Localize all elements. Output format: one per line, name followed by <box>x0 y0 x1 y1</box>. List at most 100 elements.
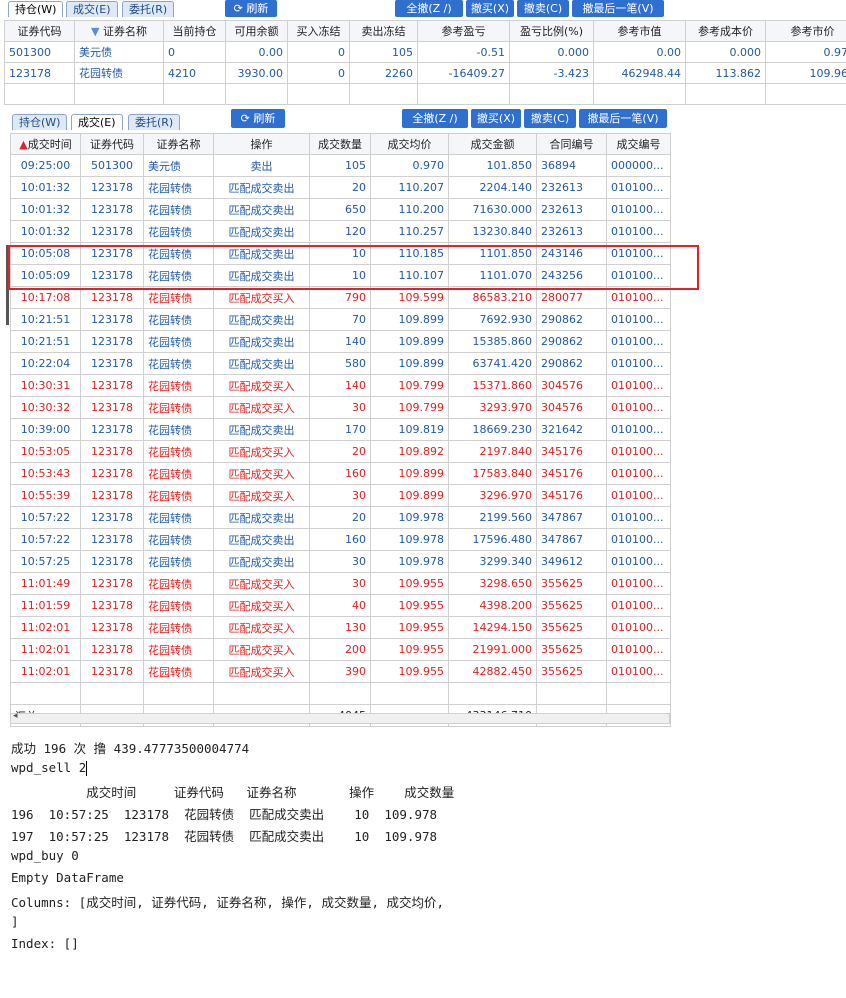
table-row[interactable]: 10:53:05 123178 花园转债 匹配成交买入 20 109.892 2197.84… <box>10 440 671 463</box>
tab-holdings[interactable]: 持仓(W) <box>12 114 68 130</box>
col-header[interactable]: 成交编号 <box>606 133 671 155</box>
cell-op: 匹配成交卖出 <box>213 308 310 331</box>
col-header[interactable]: 当前持仓 <box>163 20 226 42</box>
table-row[interactable]: 10:53:43 123178 花园转债 匹配成交买入 160 109.899 17583.… <box>10 462 671 485</box>
table-row[interactable]: 123178 花园转债 4210 3930.00 0 2260 -16409.2… <box>4 62 846 84</box>
col-header[interactable]: 参考成本价 <box>685 20 766 42</box>
refresh-button[interactable]: ⟳ 刷新 <box>231 109 285 128</box>
col-header[interactable]: 成交数量 <box>309 133 371 155</box>
cancel-buy-button[interactable]: 撤买(X) <box>471 109 521 128</box>
col-header[interactable]: 证券名称 <box>143 133 214 155</box>
col-header[interactable]: 合同编号 <box>536 133 607 155</box>
table-row[interactable]: 10:21:51 123178 花园转债 匹配成交卖出 140 109.899 15385.… <box>10 330 671 353</box>
col-header[interactable]: ▲成交时间 <box>10 133 81 155</box>
tab-trades[interactable]: 成交(E) <box>66 1 118 17</box>
col-header[interactable]: ▼ 证券名称 <box>74 20 164 42</box>
table-row[interactable]: 10:21:51 123178 花园转债 匹配成交卖出 70 109.899 7692.93… <box>10 308 671 331</box>
col-header[interactable]: 盈亏比例(%) <box>509 20 594 42</box>
col-header[interactable]: 证券代码 <box>4 20 75 42</box>
cancel-last-button[interactable]: 撤最后一笔(V) <box>579 109 667 128</box>
cell-contract: 347867 <box>536 528 607 551</box>
table-row[interactable]: 10:30:32 123178 花园转债 匹配成交买入 30 109.799 3293.97… <box>10 396 671 419</box>
refresh-icon: ⟳ <box>240 112 250 125</box>
cell: 123178 <box>4 62 75 84</box>
cancel-all-button[interactable]: 全撤(Z /) <box>402 109 468 128</box>
col-header[interactable]: 参考市值 <box>593 20 686 42</box>
cell-code: 123178 <box>80 484 144 507</box>
cell-contract: 355625 <box>536 594 607 617</box>
table-row[interactable]: 10:01:32 123178 花园转债 匹配成交卖出 650 110.200 71630.… <box>10 198 671 221</box>
cell-qty: 140 <box>309 374 371 397</box>
cell-qty: 390 <box>309 660 371 683</box>
cell-time: 10:57:25 <box>10 550 81 573</box>
cell: 0 <box>287 62 350 84</box>
table-row[interactable]: 10:39:00 123178 花园转债 匹配成交卖出 170 109.819 18669.… <box>10 418 671 441</box>
cancel-all-button[interactable]: 全撤(Z /) <box>395 0 463 17</box>
table-row[interactable]: 11:02:01 123178 花园转债 匹配成交买入 200 109.955 21991.… <box>10 638 671 661</box>
table-row[interactable]: 10:57:22 123178 花园转债 匹配成交卖出 20 109.978 2199.56… <box>10 506 671 529</box>
col-header[interactable]: 参考盈亏 <box>417 20 510 42</box>
cell-name: 花园转债 <box>143 616 214 639</box>
cell-name: 花园转债 <box>143 308 214 331</box>
horizontal-scrollbar[interactable]: ◂ <box>10 711 670 724</box>
table-row[interactable]: 10:57:25 123178 花园转债 匹配成交卖出 30 109.978 3299.34… <box>10 550 671 573</box>
col-header[interactable]: 成交金额 <box>448 133 537 155</box>
tab-orders[interactable]: 委托(R) <box>122 1 175 17</box>
table-row[interactable]: 10:01:32 123178 花园转债 匹配成交卖出 120 110.257 13230.… <box>10 220 671 243</box>
cancel-sell-button[interactable]: 撤卖(C) <box>517 0 569 17</box>
cell-name: 花园转债 <box>143 418 214 441</box>
cell-code: 123178 <box>80 660 144 683</box>
col-header[interactable]: 操作 <box>213 133 310 155</box>
table-row[interactable]: 10:01:32 123178 花园转债 匹配成交卖出 20 110.207 2204.14… <box>10 176 671 199</box>
tab-trades[interactable]: 成交(E) <box>71 114 123 130</box>
table-row[interactable]: 11:02:01 123178 花园转债 匹配成交买入 130 109.955 14294.… <box>10 616 671 639</box>
col-header[interactable]: 成交均价 <box>370 133 449 155</box>
table-row[interactable]: 09:25:00 501300 美元债 卖出 105 0.970 101.850 36894 0… <box>10 154 671 177</box>
col-header[interactable]: 买入冻结 <box>287 20 350 42</box>
console-line: wpd_sell 2 <box>11 760 88 776</box>
cell-name: 花园转债 <box>143 638 214 661</box>
console-line: Empty DataFrame <box>11 870 124 885</box>
cell-qty: 130 <box>309 616 371 639</box>
tab-holdings[interactable]: 持仓(W) <box>8 1 64 17</box>
highlight-box <box>8 245 699 290</box>
table-row[interactable]: 10:55:39 123178 花园转债 匹配成交买入 30 109.899 3296.97… <box>10 484 671 507</box>
cancel-sell-button[interactable]: 撤卖(C) <box>524 109 576 128</box>
cell-op: 匹配成交卖出 <box>213 330 310 353</box>
cell-code: 123178 <box>80 594 144 617</box>
cancel-buy-button[interactable]: 撤买(X) <box>466 0 514 17</box>
table-row[interactable]: 11:01:49 123178 花园转债 匹配成交买入 30 109.955 3298.65… <box>10 572 671 595</box>
col-header[interactable]: 可用余额 <box>225 20 288 42</box>
cell-qty: 200 <box>309 638 371 661</box>
cell-amount: 17596.480 <box>448 528 537 551</box>
empty-row <box>4 83 846 105</box>
cell-deal: 010100... <box>606 616 671 639</box>
cell-qty: 20 <box>309 176 371 199</box>
table-row[interactable]: 501300 美元债 0 0.00 0 105 -0.51 0.000 0.00… <box>4 41 846 63</box>
table-row[interactable]: 11:02:01 123178 花园转债 匹配成交买入 390 109.955 42882.… <box>10 660 671 683</box>
cell-qty: 160 <box>309 462 371 485</box>
cell-deal: 010100... <box>606 220 671 243</box>
col-header[interactable]: 参考市价 <box>765 20 846 42</box>
cell-name: 花园转债 <box>143 572 214 595</box>
cell: 0.00 <box>225 41 288 63</box>
table-row[interactable]: 10:22:04 123178 花园转债 匹配成交卖出 580 109.899 63741.… <box>10 352 671 375</box>
cell-deal: 010100... <box>606 198 671 221</box>
cell-contract: 355625 <box>536 572 607 595</box>
cancel-last-button[interactable]: 撤最后一笔(V) <box>572 0 664 17</box>
tab-orders[interactable]: 委托(R) <box>128 114 181 130</box>
col-header[interactable]: 证券代码 <box>80 133 144 155</box>
scroll-left-icon: ◂ <box>13 711 18 721</box>
cell-op: 匹配成交卖出 <box>213 352 310 375</box>
table-row[interactable]: 11:01:59 123178 花园转债 匹配成交买入 40 109.955 4398.20… <box>10 594 671 617</box>
cell-op: 匹配成交买入 <box>213 440 310 463</box>
cell-amount: 3293.970 <box>448 396 537 419</box>
col-header[interactable]: 卖出冻结 <box>349 20 418 42</box>
cell-time: 09:25:00 <box>10 154 81 177</box>
table-row[interactable]: 10:57:22 123178 花园转债 匹配成交卖出 160 109.978 17596.… <box>10 528 671 551</box>
table-row[interactable]: 10:30:31 123178 花园转债 匹配成交买入 140 109.799 15371.… <box>10 374 671 397</box>
refresh-button[interactable]: ⟳ 刷新 <box>225 0 277 17</box>
cell-price: 109.899 <box>370 484 449 507</box>
cell-price: 109.955 <box>370 594 449 617</box>
cell-contract: 355625 <box>536 616 607 639</box>
